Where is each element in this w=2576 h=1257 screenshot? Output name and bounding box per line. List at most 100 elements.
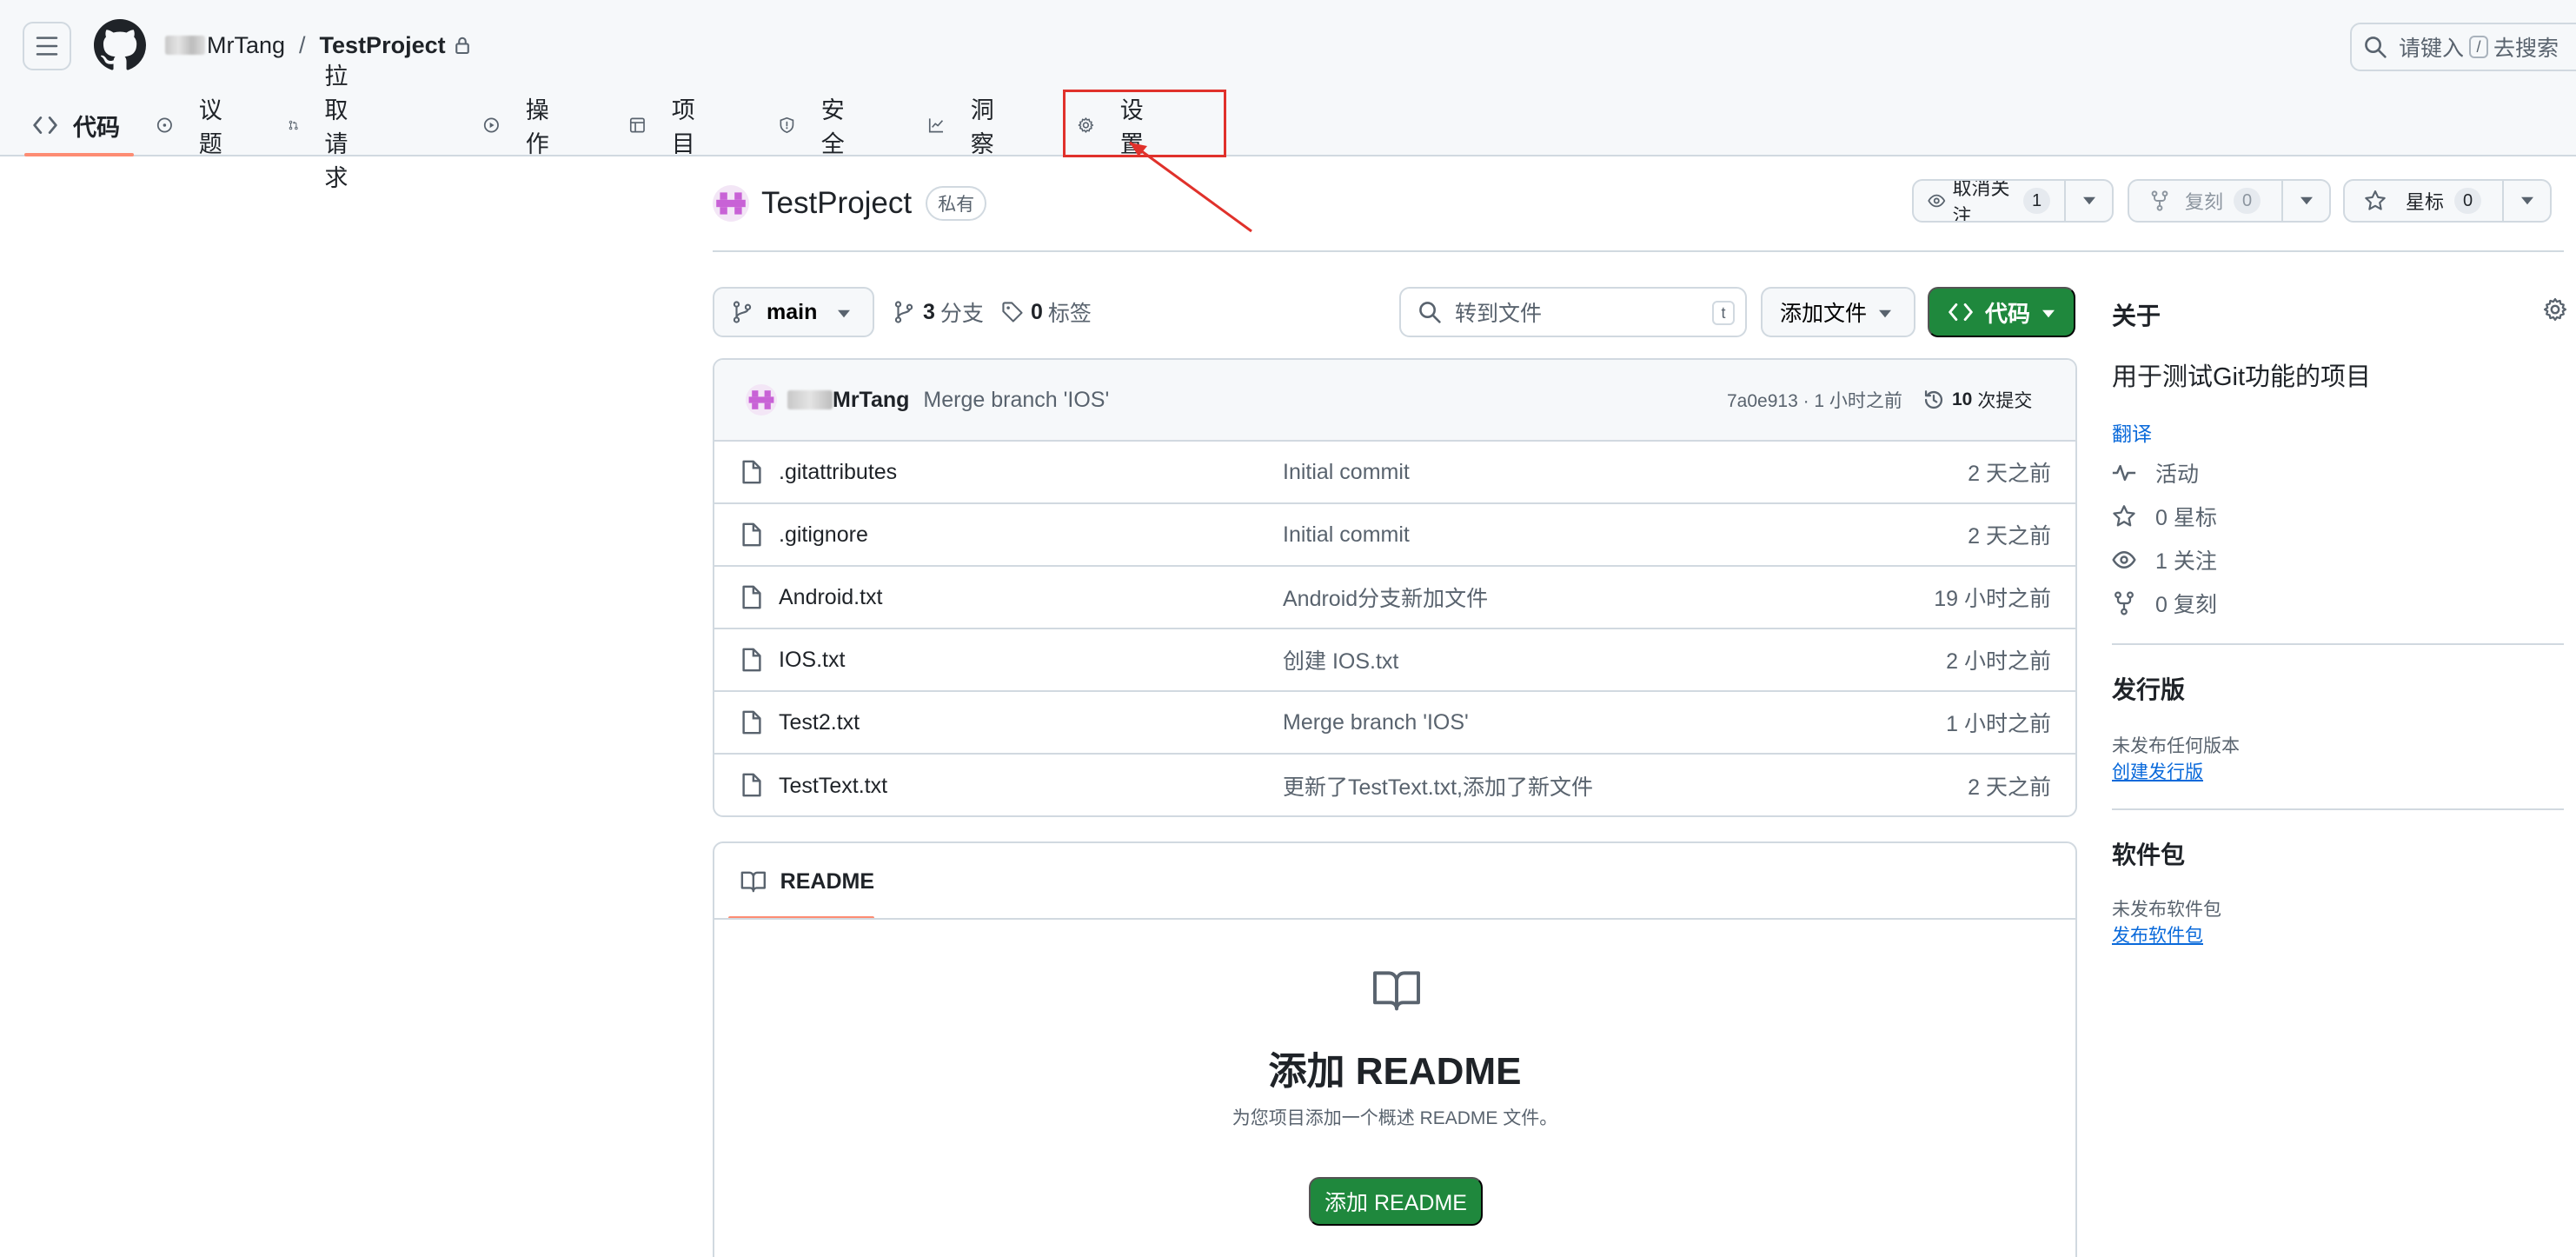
blurred-name bbox=[165, 36, 205, 55]
history-icon bbox=[1924, 390, 1943, 409]
triangle-down-icon bbox=[2082, 196, 2095, 205]
repo-description: 用于测试Git功能的项目 bbox=[2112, 363, 2372, 391]
file-commit-message[interactable]: Android分支新加文件 bbox=[1283, 582, 1488, 613]
star-dropdown[interactable] bbox=[2504, 181, 2550, 221]
file-row[interactable]: Android.txt Android分支新加文件 19 小时之前 bbox=[714, 567, 2075, 629]
activity-link[interactable]: 活动 bbox=[2112, 457, 2199, 489]
sidebar-divider bbox=[2112, 643, 2564, 645]
branches-count: 3 bbox=[923, 299, 935, 324]
create-release-link[interactable]: 创建发行版 bbox=[2112, 758, 2203, 784]
menu-button[interactable] bbox=[23, 22, 71, 70]
file-commit-message[interactable]: 创建 IOS.txt bbox=[1283, 644, 1398, 675]
packages-note: 未发布软件包 bbox=[2112, 900, 2221, 920]
code-icon bbox=[1949, 303, 1973, 322]
file-commit-message[interactable]: Initial commit bbox=[1283, 522, 1410, 548]
file-name[interactable]: Android.txt bbox=[779, 585, 883, 610]
tab-insights[interactable]: 洞察 bbox=[928, 94, 1002, 157]
tab-actions[interactable]: 操作 bbox=[483, 94, 557, 157]
file-icon bbox=[742, 460, 761, 484]
watchers-link[interactable]: 1 关注 bbox=[2112, 544, 2217, 575]
watch-button[interactable]: 取消关注 1 bbox=[1914, 181, 2067, 221]
github-logo-icon[interactable] bbox=[94, 19, 146, 71]
app-header: MrTang / TestProject 请键入 / 去搜索 代码 议题 拉取请… bbox=[0, 0, 2576, 191]
file-row[interactable]: IOS.txt 创建 IOS.txt 2 小时之前 bbox=[714, 629, 2075, 692]
file-icon bbox=[742, 710, 761, 735]
about-heading: 关于 bbox=[2112, 303, 2161, 329]
repo-link[interactable]: TestProject bbox=[320, 32, 446, 59]
file-row[interactable]: .gitignore Initial commit 2 天之前 bbox=[714, 504, 2075, 567]
repo-name[interactable]: TestProject bbox=[761, 186, 912, 221]
tab-security[interactable]: 安全 bbox=[779, 94, 853, 157]
tags-count: 0 bbox=[1031, 299, 1043, 324]
file-age: 2 天之前 bbox=[1968, 775, 2051, 800]
file-row[interactable]: .gitattributes Initial commit 2 天之前 bbox=[714, 442, 2075, 504]
commit-sha-age[interactable]: 7a0e913 · 1 小时之前 bbox=[1727, 387, 1902, 413]
publish-package-link[interactable]: 发布软件包 bbox=[2112, 921, 2203, 948]
git-pull-request-icon bbox=[289, 120, 298, 130]
file-name[interactable]: .gitignore bbox=[779, 522, 868, 548]
file-name[interactable]: .gitattributes bbox=[779, 460, 897, 485]
title-divider bbox=[713, 250, 2564, 252]
avatar[interactable] bbox=[746, 384, 777, 416]
file-name[interactable]: TestText.txt bbox=[779, 774, 887, 799]
owner-link[interactable]: MrTang bbox=[207, 32, 285, 59]
commit-history-link[interactable]: 10 次提交 bbox=[1922, 387, 2032, 413]
tab-code[interactable]: 代码 bbox=[24, 94, 134, 156]
star-button[interactable]: 星标 0 bbox=[2345, 181, 2505, 221]
graph-icon bbox=[928, 118, 944, 133]
tab-pull-requests[interactable]: 拉取请求 bbox=[289, 63, 362, 191]
file-commit-message[interactable]: Merge branch 'IOS' bbox=[1283, 710, 1469, 735]
tag-icon bbox=[1002, 302, 1023, 323]
gear-icon[interactable] bbox=[2543, 297, 2567, 322]
search-placeholder-pre: 请键入 bbox=[2399, 37, 2465, 61]
tab-projects-label: 项目 bbox=[671, 97, 695, 157]
fork-button[interactable]: 复刻 0 bbox=[2129, 181, 2284, 221]
star-count: 0 bbox=[2454, 188, 2482, 214]
activity-label: 活动 bbox=[2155, 462, 2200, 487]
fork-count: 0 bbox=[2234, 188, 2261, 214]
packages-heading[interactable]: 软件包 bbox=[2112, 836, 2185, 871]
tags-label: 标签 bbox=[1047, 302, 1092, 326]
fork-dropdown[interactable] bbox=[2283, 181, 2329, 221]
watch-button-group: 取消关注 1 bbox=[1912, 179, 2114, 223]
watchers-label: 1 关注 bbox=[2155, 549, 2217, 574]
forks-link[interactable]: 0 复刻 bbox=[2112, 588, 2217, 619]
file-row[interactable]: TestText.txt 更新了TestText.txt,添加了新文件 2 天之… bbox=[714, 755, 2075, 815]
branch-selector[interactable]: main bbox=[713, 287, 874, 337]
tags-link[interactable]: 0 标签 bbox=[1001, 296, 1092, 329]
triangle-down-icon bbox=[2300, 196, 2313, 205]
commit-author[interactable]: MrTang bbox=[833, 388, 909, 413]
code-button[interactable]: 代码 bbox=[1928, 287, 2075, 337]
commits-count: 10 bbox=[1952, 389, 1973, 409]
readme-heading: 添加 README bbox=[1268, 1050, 1522, 1093]
branches-link[interactable]: 3 分支 bbox=[893, 296, 984, 329]
file-name[interactable]: Test2.txt bbox=[779, 710, 860, 735]
file-name[interactable]: IOS.txt bbox=[779, 648, 845, 673]
file-age: 2 小时之前 bbox=[1946, 649, 2051, 674]
add-file-button[interactable]: 添加文件 bbox=[1761, 287, 1915, 337]
file-row[interactable]: Test2.txt Merge branch 'IOS' 1 小时之前 bbox=[714, 692, 2075, 755]
tab-insights-label: 洞察 bbox=[970, 97, 994, 157]
stars-label: 0 星标 bbox=[2155, 506, 2217, 530]
commit-message[interactable]: Merge branch 'IOS' bbox=[923, 388, 1109, 413]
git-branch-icon bbox=[733, 301, 752, 323]
go-to-file-input[interactable]: 转到文件 t bbox=[1399, 287, 1747, 337]
visibility-badge: 私有 bbox=[926, 186, 987, 221]
tab-issues[interactable]: 议题 bbox=[156, 94, 230, 157]
tab-readme[interactable]: README bbox=[728, 843, 874, 920]
add-readme-button[interactable]: 添加 README bbox=[1309, 1177, 1483, 1226]
blurred-name bbox=[787, 390, 833, 409]
translate-link[interactable]: 翻译 bbox=[2112, 417, 2152, 447]
watch-dropdown[interactable] bbox=[2066, 181, 2112, 221]
star-icon bbox=[2113, 505, 2135, 527]
top-bar: MrTang / TestProject 请键入 / 去搜索 bbox=[0, 0, 2576, 90]
file-commit-message[interactable]: Initial commit bbox=[1283, 460, 1410, 485]
file-commit-message[interactable]: 更新了TestText.txt,添加了新文件 bbox=[1283, 770, 1593, 801]
stars-link[interactable]: 0 星标 bbox=[2112, 501, 2217, 532]
play-icon bbox=[483, 117, 499, 133]
tab-security-label: 安全 bbox=[820, 97, 845, 157]
releases-heading[interactable]: 发行版 bbox=[2112, 671, 2185, 706]
search-input[interactable]: 请键入 / 去搜索 bbox=[2350, 23, 2576, 71]
file-age: 2 天之前 bbox=[1968, 524, 2051, 549]
tab-projects[interactable]: 项目 bbox=[629, 94, 703, 157]
